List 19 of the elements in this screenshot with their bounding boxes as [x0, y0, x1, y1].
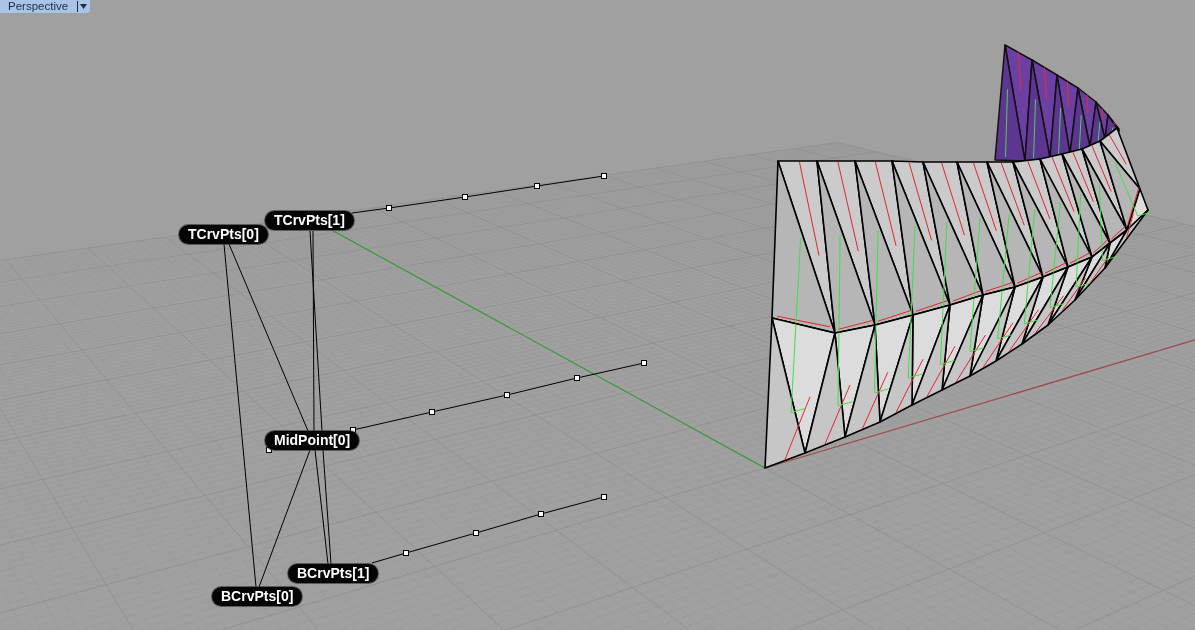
- control-point-icon[interactable]: [473, 530, 479, 536]
- control-point-icon[interactable]: [534, 183, 540, 189]
- caret-icon[interactable]: [80, 4, 88, 9]
- control-point-icon[interactable]: [429, 409, 435, 415]
- control-point-icon[interactable]: [386, 205, 392, 211]
- control-point-icon[interactable]: [601, 173, 607, 179]
- viewport-tab[interactable]: Perspective: [0, 0, 91, 13]
- control-point-icon[interactable]: [462, 194, 468, 200]
- control-point-icon[interactable]: [403, 550, 409, 556]
- point-label: TCrvPts[0]: [179, 225, 268, 244]
- point-label: BCrvPts[1]: [288, 564, 379, 583]
- control-point-icon[interactable]: [641, 360, 647, 366]
- point-label: TCrvPts[1]: [265, 211, 354, 230]
- point-label: MidPoint[0]: [265, 431, 360, 450]
- control-point-icon[interactable]: [504, 392, 510, 398]
- control-point-icon[interactable]: [574, 375, 580, 381]
- point-label: BCrvPts[0]: [212, 587, 303, 606]
- control-point-icon[interactable]: [538, 511, 544, 517]
- control-point-icon[interactable]: [601, 494, 607, 500]
